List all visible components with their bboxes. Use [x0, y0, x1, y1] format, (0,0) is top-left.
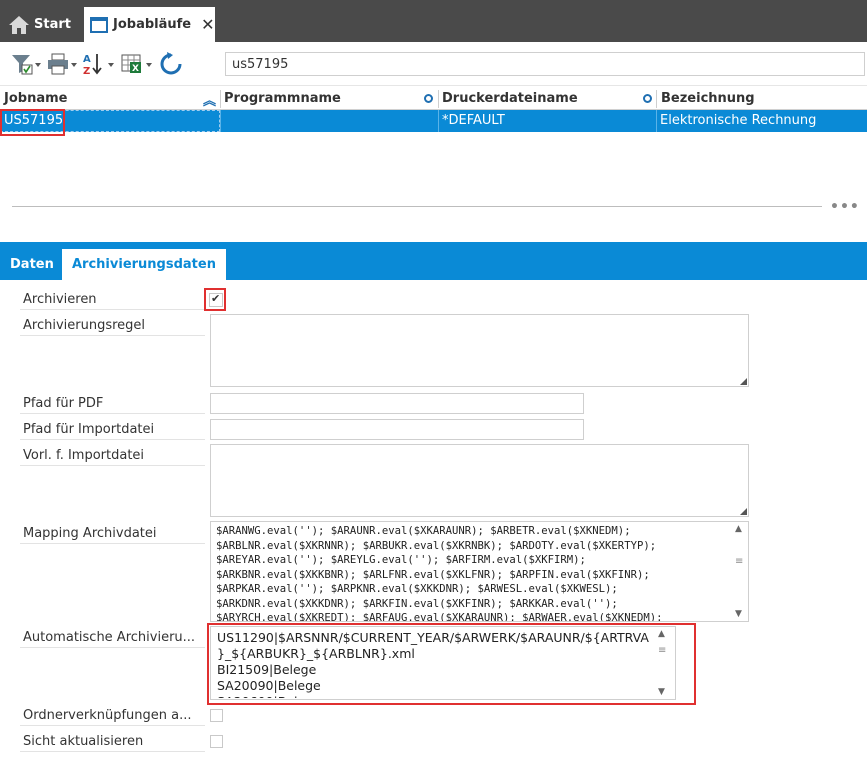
mapping-textarea[interactable]: $ARANWG.eval(''); $ARAUNR.eval($XKARAUNR…: [210, 521, 749, 622]
mapping-scrollbar[interactable]: ▲ ≡ ▼: [732, 522, 748, 621]
detail-tab-bar: Daten Archivierungsdaten: [0, 242, 867, 280]
column-header-druckerdateiname[interactable]: Druckerdateiname: [442, 91, 578, 106]
field-divider: [20, 647, 205, 648]
more-options-icon[interactable]: •••: [830, 199, 860, 215]
scroll-down-icon[interactable]: ▼: [735, 609, 742, 619]
splitter-line: [12, 206, 822, 207]
print-icon[interactable]: [46, 51, 78, 77]
refresh-icon[interactable]: [158, 51, 184, 77]
column-header-bezeichnung[interactable]: Bezeichnung: [661, 91, 755, 106]
archivierungsregel-textarea[interactable]: [210, 314, 749, 387]
svg-text:A: A: [83, 54, 91, 65]
svg-text:X: X: [132, 64, 139, 74]
column-separator: [438, 90, 439, 108]
field-divider: [20, 465, 205, 466]
resize-handle-icon[interactable]: [740, 378, 747, 385]
resize-handle-icon[interactable]: [740, 508, 747, 515]
sort-neutral-icon[interactable]: [424, 94, 433, 103]
column-separator: [220, 90, 221, 108]
top-tab-bar: Start Jobabläufe ✕: [0, 0, 867, 42]
cell-separator: [220, 110, 221, 132]
tab-daten[interactable]: Daten: [0, 249, 64, 280]
tab-jobablaeufe-label: Jobabläufe: [113, 17, 192, 32]
grid-header: Jobname ︽ Programmname Druckerdateiname …: [0, 88, 867, 110]
tab-start[interactable]: Start: [8, 7, 80, 42]
sicht-checkbox[interactable]: [210, 735, 223, 748]
auto-archivierung-label: Automatische Archivieru...: [23, 630, 196, 645]
archivierungsregel-label: Archivierungsregel: [23, 318, 146, 333]
tab-jobablaeufe[interactable]: Jobabläufe ✕: [84, 7, 215, 42]
highlight-box-jobname: [0, 109, 65, 136]
cell-bezeichnung: Elektronische Rechnung: [660, 113, 817, 128]
vorl-import-label: Vorl. f. Importdatei: [23, 448, 145, 463]
sort-asc-icon[interactable]: ︽: [203, 90, 216, 109]
tab-start-label: Start: [34, 17, 71, 32]
archivieren-label: Archivieren: [23, 292, 97, 307]
mapping-label: Mapping Archivdatei: [23, 526, 157, 541]
highlight-box-auto-archivierung: [207, 623, 696, 705]
home-icon: [8, 15, 30, 35]
scroll-grip-icon[interactable]: ≡: [735, 556, 743, 567]
sicht-label: Sicht aktualisieren: [23, 734, 144, 749]
svg-text:Z: Z: [83, 66, 90, 77]
field-divider: [20, 335, 205, 336]
ordner-checkbox[interactable]: [210, 709, 223, 722]
cell-separator: [438, 110, 439, 132]
column-separator: [656, 90, 657, 108]
field-divider: [20, 309, 205, 310]
sort-neutral-icon[interactable]: [643, 94, 652, 103]
pfad-import-input[interactable]: [210, 419, 584, 440]
filter-icon[interactable]: [10, 51, 42, 77]
field-divider: [20, 751, 205, 752]
field-divider: [20, 725, 205, 726]
search-input[interactable]: [225, 52, 865, 76]
export-excel-icon[interactable]: X: [120, 51, 154, 77]
field-divider: [20, 413, 205, 414]
cell-separator: [656, 110, 657, 132]
close-icon[interactable]: ✕: [201, 15, 214, 34]
tab-archivierungsdaten[interactable]: Archivierungsdaten: [62, 249, 226, 280]
scroll-up-icon[interactable]: ▲: [735, 524, 742, 534]
sort-az-icon[interactable]: A Z: [82, 51, 116, 77]
column-header-programmname[interactable]: Programmname: [224, 91, 341, 106]
pfad-pdf-input[interactable]: [210, 393, 584, 414]
window-icon: [90, 16, 108, 33]
pfad-import-label: Pfad für Importdatei: [23, 422, 155, 437]
ordner-label: Ordnerverknüpfungen a...: [23, 708, 192, 723]
column-header-jobname[interactable]: Jobname: [4, 91, 67, 106]
vorl-import-textarea[interactable]: [210, 444, 749, 517]
cell-druckerdateiname: *DEFAULT: [442, 113, 505, 128]
mapping-value: $ARANWG.eval(''); $ARAUNR.eval($XKARAUNR…: [216, 525, 663, 621]
pfad-pdf-label: Pfad für PDF: [23, 396, 104, 411]
highlight-box-archivieren: [204, 288, 226, 311]
field-divider: [20, 543, 205, 544]
field-divider: [20, 439, 205, 440]
